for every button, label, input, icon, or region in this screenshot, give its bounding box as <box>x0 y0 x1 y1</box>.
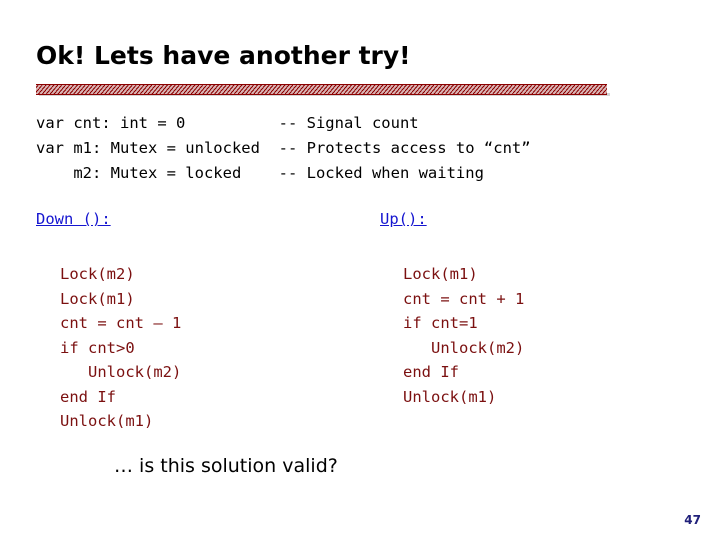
title-rule <box>36 84 607 95</box>
slide: Ok! Lets have another try! var cnt: int … <box>0 0 720 540</box>
footer-question: … is this solution valid? <box>114 455 338 477</box>
page-title: Ok! Lets have another try! <box>36 41 411 70</box>
page-number: 47 <box>684 513 701 527</box>
down-procedure-header: Down (): <box>36 210 111 228</box>
up-procedure-code: Lock(m1) cnt = cnt + 1 if cnt=1 Unlock(m… <box>403 265 525 406</box>
up-procedure-header: Up(): <box>380 210 427 228</box>
variable-declarations: var cnt: int = 0 -- Signal count var m1:… <box>36 114 531 182</box>
down-procedure-code: Lock(m2) Lock(m1) cnt = cnt – 1 if cnt>0… <box>60 265 182 430</box>
